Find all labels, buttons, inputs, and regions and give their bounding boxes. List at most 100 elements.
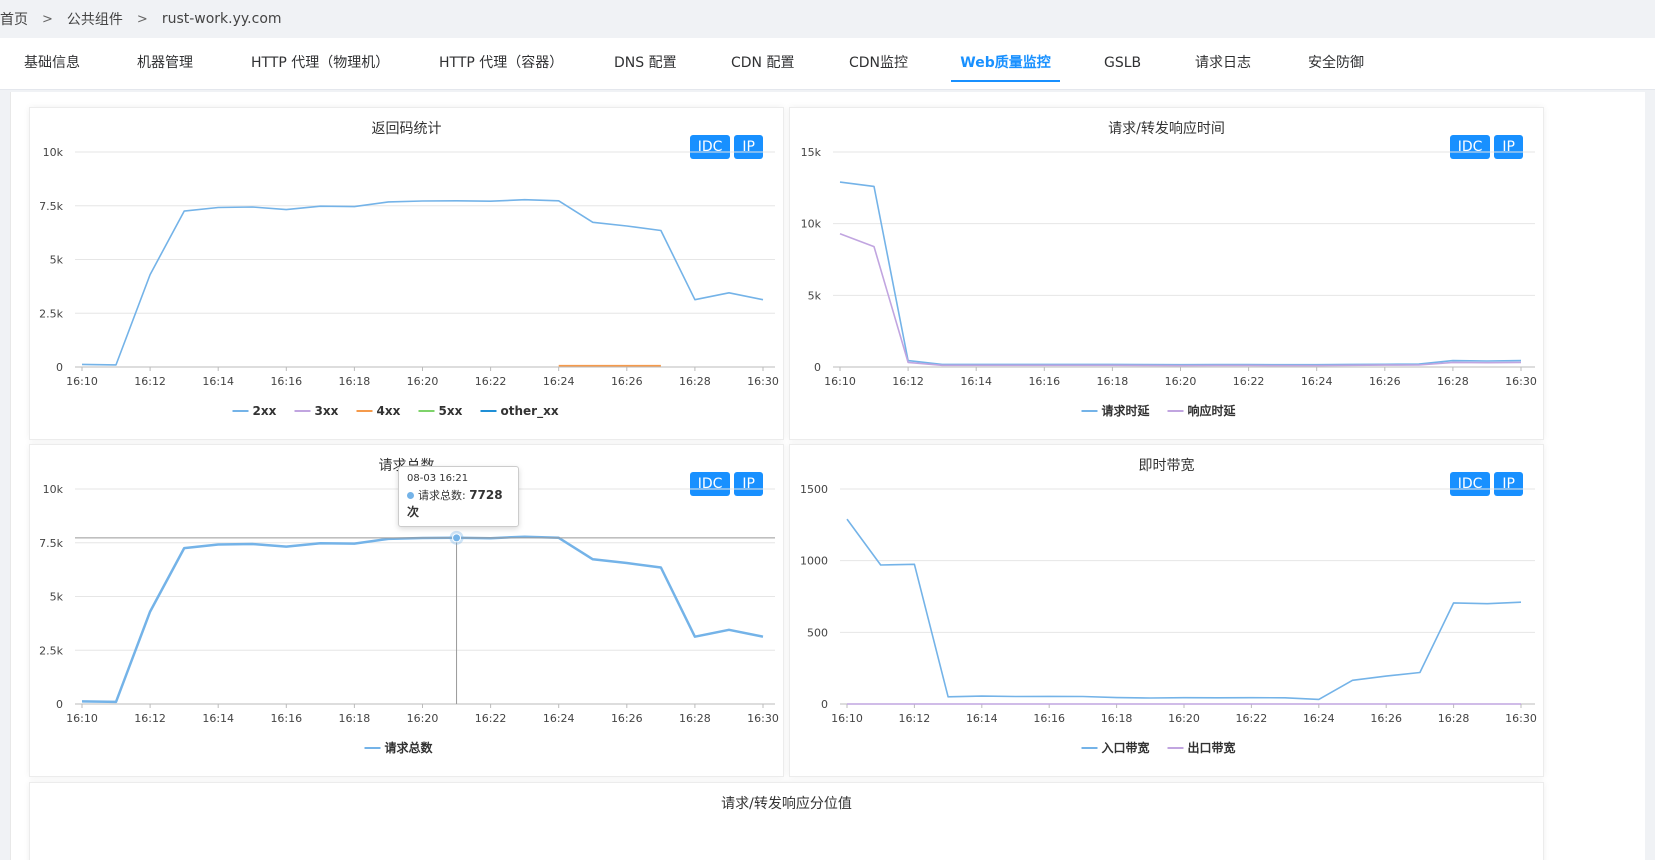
tab-cdn-monitor[interactable]: CDN监控 [849,38,908,90]
tab-http-proxy-physical[interactable]: HTTP 代理（物理机） [251,38,389,90]
x-tick-label: 16:28 [1438,712,1470,725]
x-tick-label: 16:22 [1233,375,1265,388]
breadcrumb: 首页 > 公共组件 > rust-work.yy.com [0,0,1655,38]
chart-panel-status-codes: 返回码统计 IDC IP 0 2.5k 5k 7.5k 10k 16:10 16:12 16:… [29,107,784,440]
tab-dns-config[interactable]: DNS 配置 [614,38,677,90]
x-tick-label: 16:12 [899,712,931,725]
chart-panel-request-total: 请求总数 IDC IP 02.5k5k7.5k10k16:1016:1216:1… [29,444,784,777]
chart-status-codes: 0 2.5k 5k 7.5k 10k 16:10 16:12 16:14 16:16 16:18 1… [39,146,779,419]
x-tick-label: 16:26 [611,712,643,725]
hover-point [452,533,462,543]
tab-web-quality-monitor[interactable]: Web质量监控 [951,38,1060,90]
x-tick-label: 16:14 [960,375,992,388]
tab-gslb[interactable]: GSLB [1104,38,1141,90]
legend-label: 4xx [377,404,401,418]
x-tick-label: 16:26 [1369,375,1401,388]
x-tick-label: 16:12 [134,712,166,725]
series-line [839,181,1522,366]
chart-title: 请求/转发响应分位值 [721,796,852,812]
y-tick-label: 5k [808,289,822,302]
chart-response-time: 0 5k 10k 15k 16:10 16:12 16:14 16:16 16:18 16:20 1… [801,146,1537,418]
x-tick-label: 16:18 [339,375,371,388]
x-tick-label: 16:20 [1165,375,1197,388]
breadcrumb-home[interactable]: 首页 [0,9,36,29]
y-tick-label: 5k [50,591,64,604]
x-tick-label: 16:18 [339,712,371,725]
legend-label: 请求时延 [1102,403,1151,418]
y-tick-label: 15k [801,146,822,159]
chevron-right-icon: > [136,11,148,27]
x-tick-label: 16:24 [1301,375,1333,388]
chart-bandwidth: 0 500 1000 1500 16:10 16:12 16:14 16:16 16:18 16:… [800,483,1537,755]
legend-label: 出口带宽 [1188,740,1236,755]
x-tick-label: 16:14 [202,375,234,388]
tab-basic-info[interactable]: 基础信息 [24,38,80,90]
x-tick-label: 16:10 [824,375,856,388]
x-tick-label: 16:12 [134,375,166,388]
x-tick-label: 16:30 [747,375,779,388]
series-line [839,232,1522,367]
y-tick-label: 7.5k [39,200,63,213]
tooltip-series-dot [407,492,414,499]
series-line [846,518,1522,701]
y-tick-label: 0 [821,698,828,711]
breadcrumb-public-components[interactable]: 公共组件 [59,9,131,29]
x-tick-label: 16:16 [1033,712,1065,725]
tooltip-title: 08-03 16:21 [407,473,469,484]
x-tick-label: 16:24 [543,375,575,388]
chart-panel-bandwidth: 即时带宽 IDC IP 0 500 1000 1500 16:10 16:12 16:14 1… [789,444,1544,777]
x-tick-label: 16:12 [892,375,924,388]
y-tick-label: 0 [814,361,821,374]
x-tick-label: 16:30 [1505,712,1537,725]
chart-tooltip: 08-03 16:21 请求总数: 7728次 [398,466,519,527]
y-tick-label: 1500 [800,483,828,496]
y-tick-label: 10k [43,146,64,159]
x-tick-label: 16:10 [831,712,863,725]
x-tick-label: 16:10 [66,712,98,725]
breadcrumb-current: rust-work.yy.com [161,11,282,27]
y-tick-label: 0 [56,698,63,711]
y-tick-label: 10k [43,483,64,496]
x-tick-label: 16:20 [407,375,439,388]
x-tick-label: 16:20 [1168,712,1200,725]
legend-label: 入口带宽 [1102,740,1150,755]
chart-panel-response-time: 请求/转发响应时间 IDC IP 0 5k 10k 15k 16:10 16:12 16:1… [789,107,1544,440]
x-tick-label: 16:22 [475,712,507,725]
x-tick-label: 16:18 [1101,712,1133,725]
x-tick-label: 16:16 [1028,375,1060,388]
y-tick-label: 10k [801,218,822,231]
y-tick-label: 500 [807,626,828,639]
tab-bar: 基础信息 机器管理 HTTP 代理（物理机） HTTP 代理（容器） DNS 配… [0,38,1655,90]
x-tick-label: 16:10 [66,375,98,388]
tab-request-log[interactable]: 请求日志 [1195,38,1251,90]
y-tick-label: 7.5k [39,537,63,550]
tab-security-defense[interactable]: 安全防御 [1308,38,1364,90]
tab-cdn-config[interactable]: CDN 配置 [731,38,794,90]
series-line [81,535,764,704]
x-tick-label: 16:28 [679,375,711,388]
x-tick-label: 16:24 [543,712,575,725]
series-line [81,198,764,366]
chevron-right-icon: > [42,11,53,27]
x-tick-label: 16:28 [1437,375,1469,388]
tab-http-proxy-container[interactable]: HTTP 代理（容器） [439,38,563,90]
x-tick-label: 16:26 [1370,712,1402,725]
y-tick-label: 1000 [800,555,828,568]
legend-label: 3xx [315,404,339,418]
x-tick-label: 16:24 [1303,712,1335,725]
y-tick-label: 2.5k [39,307,63,320]
x-tick-label: 16:30 [747,712,779,725]
x-tick-label: 16:14 [966,712,998,725]
x-tick-label: 16:26 [611,375,643,388]
x-tick-label: 16:30 [1505,375,1537,388]
x-tick-label: 16:16 [270,712,302,725]
legend-label: 2xx [253,404,277,418]
legend-label: 5xx [439,404,463,418]
y-tick-label: 2.5k [39,644,63,657]
x-tick-label: 16:22 [475,375,507,388]
legend-label: 请求总数 [385,740,434,755]
tooltip-label: 请求总数: [418,489,470,502]
x-tick-label: 16:18 [1097,375,1129,388]
x-tick-label: 16:22 [1236,712,1268,725]
tab-machine-management[interactable]: 机器管理 [137,38,193,90]
